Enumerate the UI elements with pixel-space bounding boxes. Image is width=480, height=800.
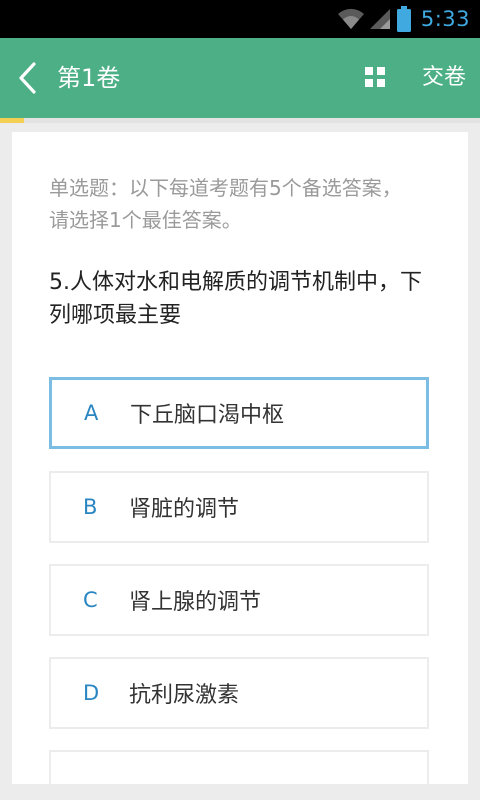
option-c[interactable]: C 肾上腺的调节 [49,564,429,636]
progress-bar [0,118,480,123]
option-letter: A [84,401,99,425]
option-e-partial[interactable] [49,750,429,784]
signal-icon [369,8,391,30]
option-text: 抗利尿激素 [129,683,240,708]
option-letter: D [83,681,100,705]
wifi-icon [337,8,365,30]
progress-bar-fill [0,118,24,123]
option-letter: C [83,588,98,612]
option-text: 肾上腺的调节 [129,590,262,615]
option-d[interactable]: D 抗利尿激素 [49,657,429,729]
option-letter: B [83,495,98,519]
page-title: 第1卷 [57,64,121,92]
question-instruction: 单选题：以下每道考题有5个备选答案，请选择1个最佳答案。 [49,176,402,232]
status-bar: 5:33 [0,0,480,38]
option-text: 肾脏的调节 [129,497,240,522]
question-text: 5.人体对水和电解质的调节机制中，下列哪项最主要 [49,270,422,328]
question-card: 单选题：以下每道考题有5个备选答案，请选择1个最佳答案。 5.人体对水和电解质的… [12,132,468,784]
grid-icon[interactable] [364,66,386,88]
option-a[interactable]: A 下丘脑口渴中枢 [49,377,429,449]
app-bar: 第1卷 交卷 [0,38,480,118]
status-icons: 5:33 [337,0,480,38]
submit-exam-button[interactable]: 交卷 [422,38,466,118]
back-arrow-icon[interactable] [14,60,46,96]
battery-icon [396,6,411,32]
option-text: 下丘脑口渴中枢 [130,403,285,428]
status-time: 5:33 [420,7,470,31]
option-b[interactable]: B 肾脏的调节 [49,471,429,543]
